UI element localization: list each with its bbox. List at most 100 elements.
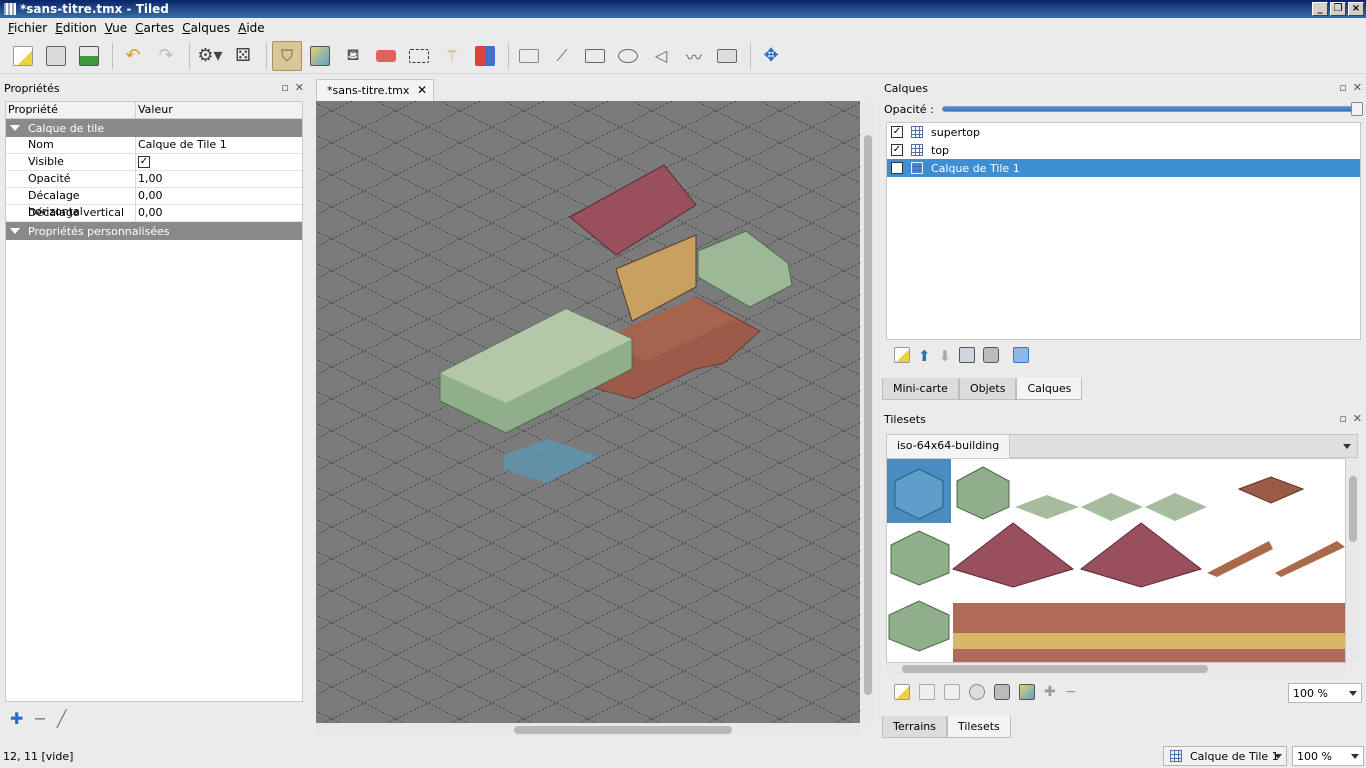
tileset-zoom-select[interactable]: 100 % (1288, 683, 1362, 703)
property-row[interactable]: Décalage vertical 0,00 (6, 205, 302, 222)
edit-terrain-icon[interactable] (1019, 684, 1035, 700)
tab-mini-carte[interactable]: Mini-carte (882, 378, 959, 400)
current-layer-select[interactable]: Calque de Tile 1 (1163, 746, 1287, 766)
terrain-brush-button[interactable] (305, 41, 335, 71)
property-group-custom[interactable]: Propriétés personnalisées (6, 222, 302, 240)
tileset-vertical-scrollbar[interactable] (1346, 458, 1360, 663)
scrollbar-thumb[interactable] (1349, 476, 1357, 542)
import-tileset-icon[interactable] (919, 684, 935, 700)
property-value[interactable]: 1,00 (136, 171, 302, 187)
property-value[interactable]: 0,00 (136, 205, 302, 221)
property-row[interactable]: Opacité 1,00 (6, 171, 302, 188)
select-same-tile-button[interactable] (470, 41, 500, 71)
restore-button[interactable]: ❐ (1330, 2, 1346, 16)
insert-polygon-button[interactable]: ◁ (646, 41, 676, 71)
tileset-tab[interactable]: iso-64x64-building (887, 435, 1011, 458)
export-tileset-icon[interactable] (944, 684, 960, 700)
commands-button[interactable]: ⚙▾ (195, 41, 225, 71)
eraser-button[interactable] (371, 41, 401, 71)
redo-button[interactable]: ↷ (151, 41, 181, 71)
close-panel-icon[interactable]: ✕ (1353, 81, 1362, 94)
map-zoom-select[interactable]: 100 % (1292, 746, 1364, 766)
close-panel-icon[interactable]: ✕ (295, 81, 304, 94)
add-property-icon[interactable]: ✚ (10, 709, 23, 728)
menu-edition[interactable]: Edition (51, 21, 101, 35)
tileset-view[interactable] (886, 458, 1346, 663)
map-horizontal-scrollbar[interactable] (316, 723, 860, 737)
value-column-header[interactable]: Valeur (136, 102, 302, 118)
magic-wand-button[interactable]: ⚚ (437, 41, 467, 71)
rect-select-button[interactable] (404, 41, 434, 71)
map-canvas[interactable] (316, 101, 860, 723)
property-value[interactable]: Calque de Tile 1 (136, 137, 302, 153)
layer-row-calque-de-tile-1[interactable]: ✓ Calque de Tile 1 (887, 159, 1360, 177)
opacity-slider-handle[interactable] (1351, 102, 1363, 116)
remove-property-icon[interactable]: − (33, 709, 46, 728)
open-map-button[interactable] (41, 41, 71, 71)
tileset-properties-icon[interactable] (969, 684, 985, 700)
layer-visibility-checkbox[interactable]: ✓ (891, 144, 903, 156)
open-icon (46, 45, 66, 66)
stamp-brush-button[interactable]: ⛉ (272, 40, 302, 71)
save-map-button[interactable] (74, 41, 104, 71)
insert-rectangle-button[interactable] (580, 41, 610, 71)
scrollbar-thumb[interactable] (864, 135, 872, 695)
random-mode-button[interactable]: ⚄ (228, 41, 258, 71)
undo-button[interactable]: ↶ (118, 41, 148, 71)
minimize-button[interactable]: _ (1312, 2, 1328, 16)
document-tab[interactable]: *sans-titre.tmx ✕ (316, 79, 434, 101)
edit-polygons-button[interactable]: ⟋ (547, 41, 577, 71)
menu-aide[interactable]: Aide (234, 21, 269, 35)
insert-tile-button[interactable] (712, 41, 742, 71)
property-group-layer[interactable]: Calque de tile (6, 119, 302, 137)
raise-layer-icon[interactable]: ⬆ (918, 347, 931, 365)
property-row[interactable]: Décalage horizontal 0,00 (6, 188, 302, 218)
duplicate-layer-icon[interactable] (959, 347, 976, 363)
menu-calques[interactable]: Calques (178, 21, 234, 35)
layer-visibility-checkbox[interactable]: ✓ (891, 126, 903, 138)
tile (1081, 493, 1143, 521)
menu-cartes[interactable]: Cartes (131, 21, 178, 35)
insert-ellipse-button[interactable] (613, 41, 643, 71)
move-button[interactable]: ✥ (756, 41, 786, 71)
rename-property-icon[interactable]: ╱ (57, 709, 67, 728)
property-row[interactable]: Visible ✓ (6, 154, 302, 171)
insert-polyline-button[interactable]: 〰 (679, 41, 709, 71)
property-row[interactable]: Nom Calque de Tile 1 (6, 137, 302, 154)
close-window-button[interactable]: × (1348, 2, 1364, 16)
layer-visibility-checkbox[interactable]: ✓ (891, 162, 903, 174)
tileset-menu-icon[interactable] (1343, 444, 1351, 449)
toggle-other-layers-icon[interactable] (1013, 347, 1030, 363)
tab-objets[interactable]: Objets (958, 378, 1017, 400)
delete-layer-icon[interactable] (983, 347, 1000, 363)
new-tileset-icon[interactable] (894, 684, 910, 700)
float-panel-icon[interactable]: ▫ (1339, 412, 1346, 425)
property-column-header[interactable]: Propriété (6, 102, 136, 118)
tileset-horizontal-scrollbar[interactable] (886, 663, 1346, 675)
lower-layer-icon[interactable]: ⬇ (939, 347, 952, 365)
scrollbar-thumb[interactable] (902, 665, 1208, 673)
map-vertical-scrollbar[interactable] (862, 101, 874, 723)
tab-terrains[interactable]: Terrains (882, 716, 947, 738)
remove-tiles-icon[interactable]: − (1065, 684, 1077, 700)
float-panel-icon[interactable]: ▫ (1339, 81, 1346, 94)
scrollbar-thumb[interactable] (514, 726, 732, 734)
bucket-fill-button[interactable]: ⛾ (338, 41, 368, 71)
menu-fichier[interactable]: Fichier (4, 21, 51, 35)
select-objects-button[interactable] (514, 41, 544, 71)
menu-vue[interactable]: Vue (101, 21, 131, 35)
visible-checkbox[interactable]: ✓ (138, 156, 150, 168)
close-tab-icon[interactable]: ✕ (417, 83, 427, 97)
tab-tilesets[interactable]: Tilesets (946, 716, 1011, 738)
new-map-button[interactable] (8, 41, 38, 71)
layer-row-top[interactable]: ✓ top (887, 141, 1360, 159)
layer-row-supertop[interactable]: ✓ supertop (887, 123, 1360, 141)
delete-tileset-icon[interactable] (994, 684, 1010, 700)
float-panel-icon[interactable]: ▫ (281, 81, 288, 94)
tab-calques[interactable]: Calques (1016, 378, 1083, 400)
opacity-slider[interactable] (941, 102, 1363, 116)
add-layer-icon[interactable] (894, 347, 910, 363)
close-panel-icon[interactable]: ✕ (1353, 412, 1362, 425)
property-value[interactable]: 0,00 (136, 188, 302, 204)
add-tiles-icon[interactable]: ✚ (1044, 684, 1056, 700)
